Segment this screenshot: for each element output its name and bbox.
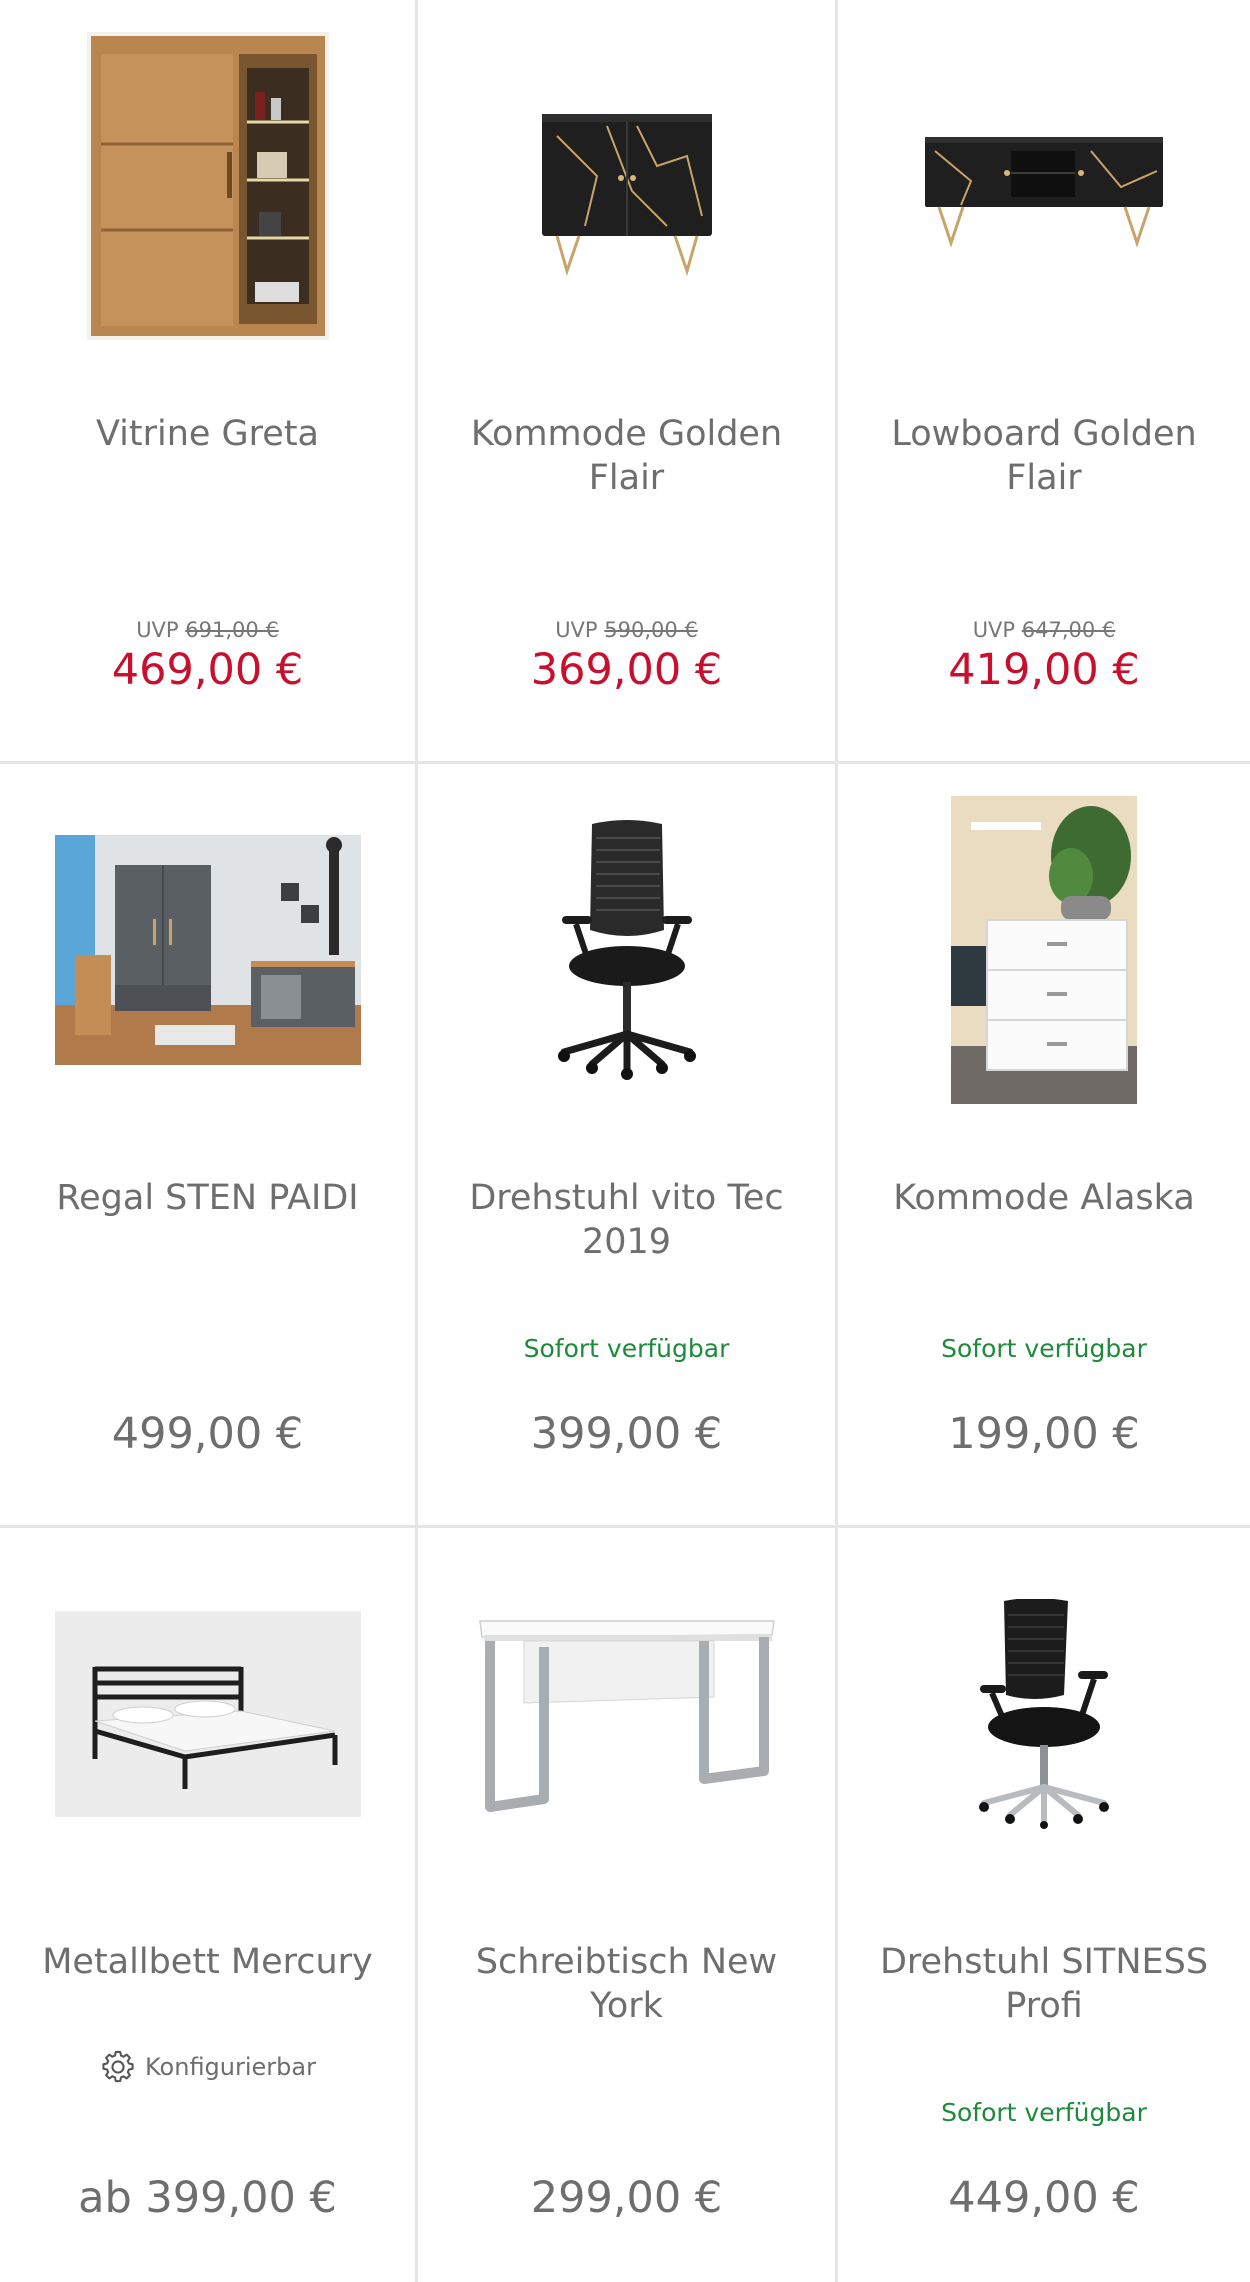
dresser-image	[541, 114, 712, 276]
uvp-price: UVP 691,00 €	[0, 618, 415, 642]
desk-image	[478, 1620, 775, 1812]
product-price: 469,00 €	[111, 645, 304, 695]
product-image[interactable]	[838, 764, 1250, 1136]
product-price: 199,00 €	[948, 1409, 1140, 1459]
office-chair-image	[979, 1599, 1109, 1829]
uvp-value: 647,00 €	[1021, 618, 1116, 642]
kids-room-shelf-image	[54, 835, 361, 1065]
product-card[interactable]: Schreibtisch New York 299,00 €	[418, 1528, 838, 2282]
product-card[interactable]: Regal STEN PAIDI 499,00 €	[0, 764, 418, 1528]
product-image[interactable]	[418, 764, 835, 1136]
product-image[interactable]	[0, 0, 415, 372]
uvp-label: UVP	[972, 618, 1016, 642]
product-title[interactable]: Lowboard Golden Flair	[858, 412, 1230, 500]
product-image[interactable]	[838, 0, 1250, 372]
product-card[interactable]: Drehstuhl vito Tec 2019 Sofort verfügbar…	[418, 764, 838, 1528]
product-image[interactable]	[418, 0, 835, 372]
product-card[interactable]: Kommode Golden Flair UVP 590,00 € 369,00…	[418, 0, 838, 764]
product-title[interactable]: Regal STEN PAIDI	[20, 1176, 395, 1220]
uvp-value: 691,00 €	[185, 618, 279, 642]
product-image[interactable]	[0, 764, 415, 1136]
availability-label: Sofort verfügbar	[941, 2098, 1147, 2127]
product-title[interactable]: Drehstuhl SITNESS Profi	[858, 1940, 1230, 2028]
office-chair-image	[557, 820, 696, 1080]
uvp-price: UVP 590,00 €	[418, 618, 835, 642]
product-title[interactable]: Schreibtisch New York	[438, 1940, 815, 2028]
configurable-label: Konfigurierbar	[145, 2053, 316, 2081]
product-price: ab 399,00 €	[78, 2173, 337, 2223]
product-card[interactable]: Vitrine Greta UVP 691,00 € 469,00 €	[0, 0, 418, 764]
product-title[interactable]: Metallbett Mercury	[20, 1940, 395, 1984]
product-image[interactable]	[0, 1528, 415, 1900]
product-card[interactable]: Kommode Alaska Sofort verfügbar 199,00 €	[838, 764, 1250, 1528]
product-card[interactable]: Lowboard Golden Flair UVP 647,00 € 419,0…	[838, 0, 1250, 764]
product-card[interactable]: Drehstuhl SITNESS Profi Sofort verfügbar…	[838, 1528, 1250, 2282]
product-image[interactable]	[838, 1528, 1250, 1900]
uvp-label: UVP	[555, 618, 598, 642]
product-price: 449,00 €	[948, 2173, 1140, 2223]
metal-bed-image	[54, 1611, 361, 1817]
product-image[interactable]	[418, 1528, 835, 1900]
product-price: 369,00 €	[530, 645, 723, 695]
product-price: 499,00 €	[111, 1409, 304, 1459]
availability-label: Sofort verfügbar	[941, 1334, 1147, 1363]
product-title[interactable]: Vitrine Greta	[20, 412, 395, 456]
lowboard-image	[925, 137, 1163, 248]
product-title[interactable]: Kommode Alaska	[858, 1176, 1230, 1220]
uvp-label: UVP	[136, 618, 179, 642]
product-price: 419,00 €	[948, 645, 1140, 695]
uvp-price: UVP 647,00 €	[838, 618, 1250, 642]
product-price: 299,00 €	[530, 2173, 723, 2223]
product-grid: Vitrine Greta UVP 691,00 € 469,00 € Komm…	[0, 0, 1250, 2282]
gear-icon	[102, 2050, 134, 2083]
display-cabinet-image	[86, 32, 329, 340]
availability-label: Sofort verfügbar	[523, 1334, 730, 1363]
product-title[interactable]: Kommode Golden Flair	[438, 412, 815, 500]
product-price: 399,00 €	[530, 1409, 723, 1459]
configurable-badge[interactable]: Konfigurierbar	[0, 2048, 415, 2086]
product-card[interactable]: Metallbett Mercury Konfigurierbar ab 399…	[0, 1528, 418, 2282]
white-dresser-image	[951, 796, 1137, 1104]
product-title[interactable]: Drehstuhl vito Tec 2019	[438, 1176, 815, 1264]
uvp-value: 590,00 €	[604, 618, 698, 642]
